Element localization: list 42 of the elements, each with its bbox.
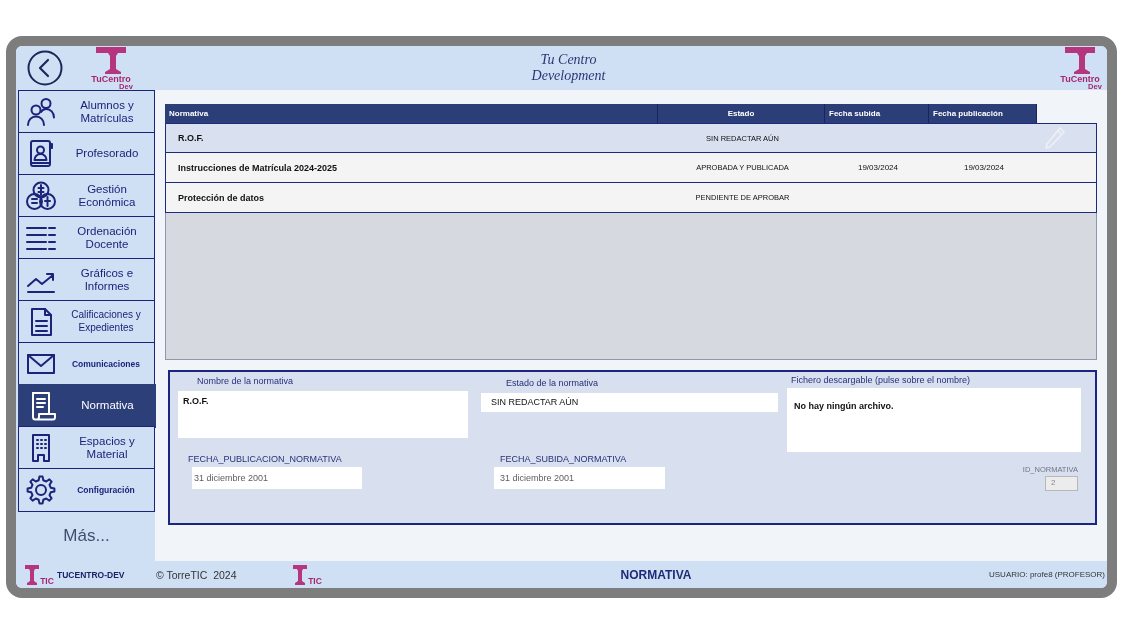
sidebar-item[interactable]: Gráficos e Informes xyxy=(18,258,155,302)
file-list[interactable]: No hay ningún archivo. xyxy=(787,388,1081,452)
field-label: FECHA_PUBLICACION_NORMATIVA xyxy=(188,454,342,464)
field-label: FECHA_SUBIDA_NORMATIVA xyxy=(500,454,627,464)
sidebar-item[interactable]: Comunicaciones xyxy=(18,342,155,386)
gear-icon xyxy=(26,474,56,505)
more-button[interactable]: Más... xyxy=(63,525,110,546)
back-icon xyxy=(27,50,63,86)
sidebar-item[interactable]: Ordenación Docente xyxy=(18,216,155,260)
field-label: Estado de la normativa xyxy=(506,378,599,388)
upload-date-field[interactable]: 31 diciembre 2001 xyxy=(494,467,665,489)
tower-logo: TIC xyxy=(25,564,55,585)
sidebar-item[interactable]: Gestión Económica xyxy=(18,174,155,218)
column-header: Fecha publicación xyxy=(929,104,1037,123)
coins-icon xyxy=(26,180,56,211)
sidebar-item[interactable]: Calificaciones y Expedientes xyxy=(18,300,155,344)
table-cell: Instrucciones de Matrícula 2024-2025 xyxy=(178,162,338,173)
name-field[interactable]: R.O.F. xyxy=(178,391,468,438)
sidebar-item[interactable]: Espacios y Material xyxy=(18,426,155,470)
table-cell: 19/03/2024 xyxy=(963,163,1004,172)
sidebar-item[interactable]: Alumnos y Matrículas xyxy=(18,90,155,134)
field-label: Fichero descargable (pulse sobre el nombre) xyxy=(791,375,971,385)
tower-logo: TIC xyxy=(293,564,323,585)
column-header: Fecha subida xyxy=(825,104,929,123)
field-label: Nombre de la normativa xyxy=(197,376,294,386)
people-icon xyxy=(26,96,56,127)
publication-date-field[interactable]: 31 diciembre 2001 xyxy=(192,467,362,489)
app-title: Tu Centro Development xyxy=(530,52,607,84)
sidebar-item[interactable]: Profesorado xyxy=(18,132,155,176)
column-header: Normativa xyxy=(165,104,658,123)
table-cell: R.O.F. xyxy=(178,133,204,143)
column-header: Estado xyxy=(658,104,825,123)
table-cell: Protección de datos xyxy=(178,192,265,203)
app-name: TUCENTRO-DEV xyxy=(57,569,125,580)
sidebar-item[interactable]: Normativa xyxy=(18,384,156,428)
table-cell: 19/03/2024 xyxy=(857,163,898,172)
status-field[interactable]: SIN REDACTAR AÚN xyxy=(481,393,778,412)
user-label: USUARIO: profe8 (PROFESOR) xyxy=(989,570,1106,579)
back-button[interactable] xyxy=(27,50,63,86)
copyright-text: © TorreTIC 2024 xyxy=(156,568,238,581)
sidebar-item[interactable]: Configuración xyxy=(18,468,155,512)
screen-title: NORMATIVA xyxy=(620,567,692,582)
